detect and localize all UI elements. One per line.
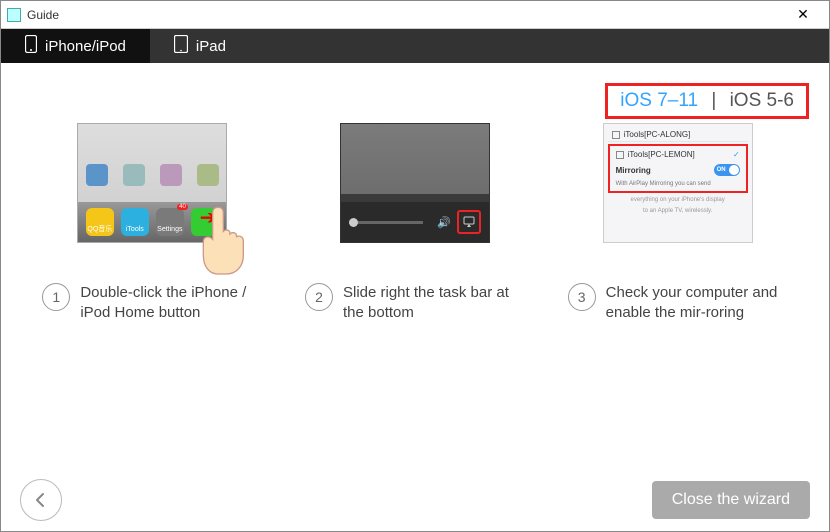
tab-label: iPad	[196, 38, 226, 55]
step-1-text: Double-click the iPhone / iPod Home butt…	[80, 283, 262, 322]
volume-icon: 🔊	[437, 216, 451, 229]
panel-footer-2: to an Apple TV, wirelessly.	[608, 208, 748, 215]
step-2-image: 🔊	[340, 123, 490, 243]
device-2-label: iTools[PC-LEMON]	[628, 150, 695, 159]
separator: |	[711, 90, 716, 111]
tablet-icon	[174, 35, 188, 57]
step-1: QQ音乐 iTools Settings40 ➔ 1 Double-click …	[42, 123, 262, 322]
step-3-text: Check your computer and enable the mir-r…	[606, 283, 788, 322]
close-wizard-button[interactable]: Close the wizard	[652, 481, 810, 519]
back-button[interactable]	[20, 479, 62, 521]
airplay-icon	[457, 210, 481, 234]
ios-7-11-link[interactable]: iOS 7–11	[620, 90, 698, 111]
device-tabs: iPhone/iPod iPad	[1, 29, 829, 63]
tab-iphone-ipod[interactable]: iPhone/iPod	[1, 29, 150, 63]
ios-5-6-link[interactable]: iOS 5-6	[730, 90, 794, 111]
panel-footer-1: everything on your iPhone's display	[608, 197, 748, 204]
chevron-left-icon	[33, 492, 49, 508]
step-number-1: 1	[42, 283, 70, 311]
step-number-2: 2	[305, 283, 333, 311]
dock-app-settings: Settings40	[156, 208, 184, 236]
step-3: iTools[PC-ALONG] iTools[PC-LEMON]✓ Mirro…	[568, 123, 788, 322]
titlebar: Guide ✕	[1, 1, 829, 29]
pointing-hand-icon	[186, 202, 266, 282]
ios-version-selector: iOS 7–11 | iOS 5-6	[605, 83, 809, 119]
mirroring-note: With AirPlay Mirroring you can send	[612, 179, 744, 189]
dock-app-itools: iTools	[121, 208, 149, 236]
dock-app-qq: QQ音乐	[86, 208, 114, 236]
window-title: Guide	[27, 8, 783, 22]
mirroring-toggle: ON	[714, 164, 740, 176]
step-1-image: QQ音乐 iTools Settings40 ➔	[77, 123, 227, 243]
tab-label: iPhone/iPod	[45, 38, 126, 55]
device-1-label: iTools[PC-ALONG]	[624, 130, 691, 139]
step-number-3: 3	[568, 283, 596, 311]
mirroring-label: Mirroring	[616, 166, 651, 175]
step-2: 🔊 2 Slide right the task bar at the bott…	[305, 123, 525, 322]
brightness-slider-icon	[349, 221, 423, 224]
footer: Close the wizard	[0, 468, 830, 532]
phone-icon	[25, 35, 37, 57]
content-area: iOS 7–11 | iOS 5-6 QQ音乐 iTools Settings4…	[1, 63, 829, 467]
close-icon[interactable]: ✕	[783, 1, 823, 28]
app-icon	[7, 8, 21, 22]
tab-ipad[interactable]: iPad	[150, 29, 250, 63]
step-2-text: Slide right the task bar at the bottom	[343, 283, 525, 322]
step-3-image: iTools[PC-ALONG] iTools[PC-LEMON]✓ Mirro…	[603, 123, 753, 243]
